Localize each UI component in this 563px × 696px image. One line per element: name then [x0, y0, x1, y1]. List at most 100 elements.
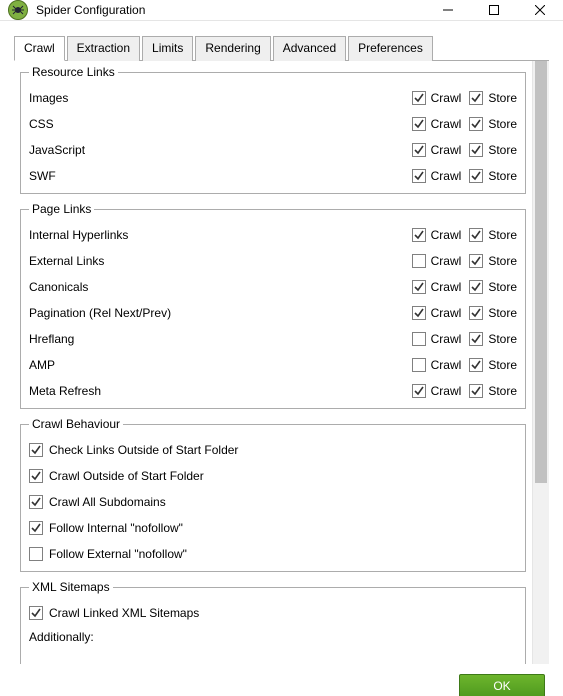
checkbox-crawl[interactable]	[412, 306, 426, 320]
checkbox-crawl[interactable]	[412, 254, 426, 268]
tab-crawl[interactable]: Crawl	[14, 36, 65, 61]
checkbox-crawl-label: Crawl	[431, 91, 462, 105]
row-label: Canonicals	[29, 280, 404, 294]
checkbox-store-label: Store	[488, 358, 517, 372]
checkbox-crawl-label: Crawl	[431, 254, 462, 268]
row-label: Meta Refresh	[29, 384, 404, 398]
checkbox-store[interactable]	[469, 254, 483, 268]
checkbox-crawl-label: Crawl	[431, 332, 462, 346]
table-row: AMP Crawl Store	[29, 352, 517, 378]
checkbox-store[interactable]	[469, 228, 483, 242]
checkbox-crawl-label: Crawl	[431, 143, 462, 157]
list-item: Crawl All Subdomains	[29, 489, 517, 515]
checkbox-crawl-label: Crawl	[431, 384, 462, 398]
checkbox-store-label: Store	[488, 306, 517, 320]
close-icon	[535, 5, 545, 15]
checkbox-label: Follow External "nofollow"	[49, 547, 187, 561]
checkbox-label: Follow Internal "nofollow"	[49, 521, 183, 535]
row-label: Hreflang	[29, 332, 404, 346]
group-resource-links-legend: Resource Links	[29, 65, 118, 79]
checkbox-crawl-label: Crawl	[431, 228, 462, 242]
checkbox-crawl[interactable]	[412, 332, 426, 346]
spider-icon	[8, 0, 28, 20]
scrollbar-thumb[interactable]	[535, 61, 547, 483]
minimize-icon	[443, 5, 453, 15]
checkbox-store-label: Store	[488, 254, 517, 268]
checkbox-crawl-label: Crawl	[431, 306, 462, 320]
tab-extraction[interactable]: Extraction	[67, 36, 140, 61]
checkbox[interactable]	[29, 547, 43, 561]
tab-limits[interactable]: Limits	[142, 36, 193, 61]
checkbox-store-label: Store	[488, 91, 517, 105]
checkbox-store-label: Store	[488, 143, 517, 157]
checkbox[interactable]	[29, 521, 43, 535]
window-controls	[425, 0, 563, 20]
list-item: Follow External "nofollow"	[29, 541, 517, 567]
checkbox-crawl[interactable]	[412, 91, 426, 105]
table-row: Pagination (Rel Next/Prev) Crawl Store	[29, 300, 517, 326]
checkbox-crawl[interactable]	[412, 143, 426, 157]
checkbox-store-label: Store	[488, 384, 517, 398]
checkbox-crawl[interactable]	[412, 228, 426, 242]
list-item: Check Links Outside of Start Folder	[29, 437, 517, 463]
checkbox-crawl[interactable]	[412, 280, 426, 294]
checkbox-store[interactable]	[469, 358, 483, 372]
table-row: External Links Crawl Store	[29, 248, 517, 274]
tab-rendering[interactable]: Rendering	[195, 36, 270, 61]
checkbox-crawl[interactable]	[412, 358, 426, 372]
checkbox-store[interactable]	[469, 117, 483, 131]
table-row: JavaScript Crawl Store	[29, 137, 517, 163]
ok-button[interactable]: OK	[459, 674, 545, 696]
checkbox-crawl[interactable]	[412, 117, 426, 131]
checkbox-store[interactable]	[469, 280, 483, 294]
table-row: Meta Refresh Crawl Store	[29, 378, 517, 404]
group-xml-sitemaps-legend: XML Sitemaps	[29, 580, 113, 594]
tab-advanced[interactable]: Advanced	[273, 36, 346, 61]
additionally-label: Additionally:	[29, 630, 517, 644]
row-label: SWF	[29, 169, 404, 183]
checkbox[interactable]	[29, 469, 43, 483]
checkbox-crawl-label: Crawl	[431, 169, 462, 183]
checkbox-store-label: Store	[488, 117, 517, 131]
maximize-button[interactable]	[471, 0, 517, 20]
checkbox-store[interactable]	[469, 143, 483, 157]
checkbox-crawl-label: Crawl	[431, 117, 462, 131]
content-wrap: Resource Links Images Crawl Store CSS Cr…	[14, 61, 549, 664]
list-item: Crawl Linked XML Sitemaps	[29, 600, 517, 626]
table-row: Images Crawl Store	[29, 85, 517, 111]
tab-preferences[interactable]: Preferences	[348, 36, 433, 61]
checkbox-store[interactable]	[469, 384, 483, 398]
window-title: Spider Configuration	[36, 3, 425, 17]
table-row: Canonicals Crawl Store	[29, 274, 517, 300]
checkbox-label: Check Links Outside of Start Folder	[49, 443, 238, 457]
checkbox-store[interactable]	[469, 91, 483, 105]
list-item: Crawl Outside of Start Folder	[29, 463, 517, 489]
checkbox-store[interactable]	[469, 332, 483, 346]
tabs-row: Crawl Extraction Limits Rendering Advanc…	[14, 35, 549, 61]
row-label: Images	[29, 91, 404, 105]
table-row: Hreflang Crawl Store	[29, 326, 517, 352]
checkbox-crawl-label: Crawl	[431, 280, 462, 294]
close-button[interactable]	[517, 0, 563, 20]
group-page-links-legend: Page Links	[29, 202, 94, 216]
scroll-area: Resource Links Images Crawl Store CSS Cr…	[14, 61, 530, 664]
checkbox-store-label: Store	[488, 228, 517, 242]
checkbox[interactable]	[29, 443, 43, 457]
checkbox-store[interactable]	[469, 306, 483, 320]
checkbox-crawl[interactable]	[412, 384, 426, 398]
minimize-button[interactable]	[425, 0, 471, 20]
table-row: SWF Crawl Store	[29, 163, 517, 189]
window: Spider Configuration Crawl Extraction Li…	[0, 0, 563, 696]
list-item: Follow Internal "nofollow"	[29, 515, 517, 541]
row-label: JavaScript	[29, 143, 404, 157]
checkbox-store-label: Store	[488, 280, 517, 294]
group-xml-sitemaps: XML Sitemaps Crawl Linked XML Sitemaps A…	[20, 580, 526, 664]
table-row: Internal Hyperlinks Crawl Store	[29, 222, 517, 248]
checkbox[interactable]	[29, 606, 43, 620]
checkbox[interactable]	[29, 495, 43, 509]
row-label: CSS	[29, 117, 404, 131]
checkbox-crawl[interactable]	[412, 169, 426, 183]
checkbox-crawl-label: Crawl	[431, 358, 462, 372]
checkbox-store[interactable]	[469, 169, 483, 183]
scrollbar-vertical[interactable]	[532, 61, 549, 664]
